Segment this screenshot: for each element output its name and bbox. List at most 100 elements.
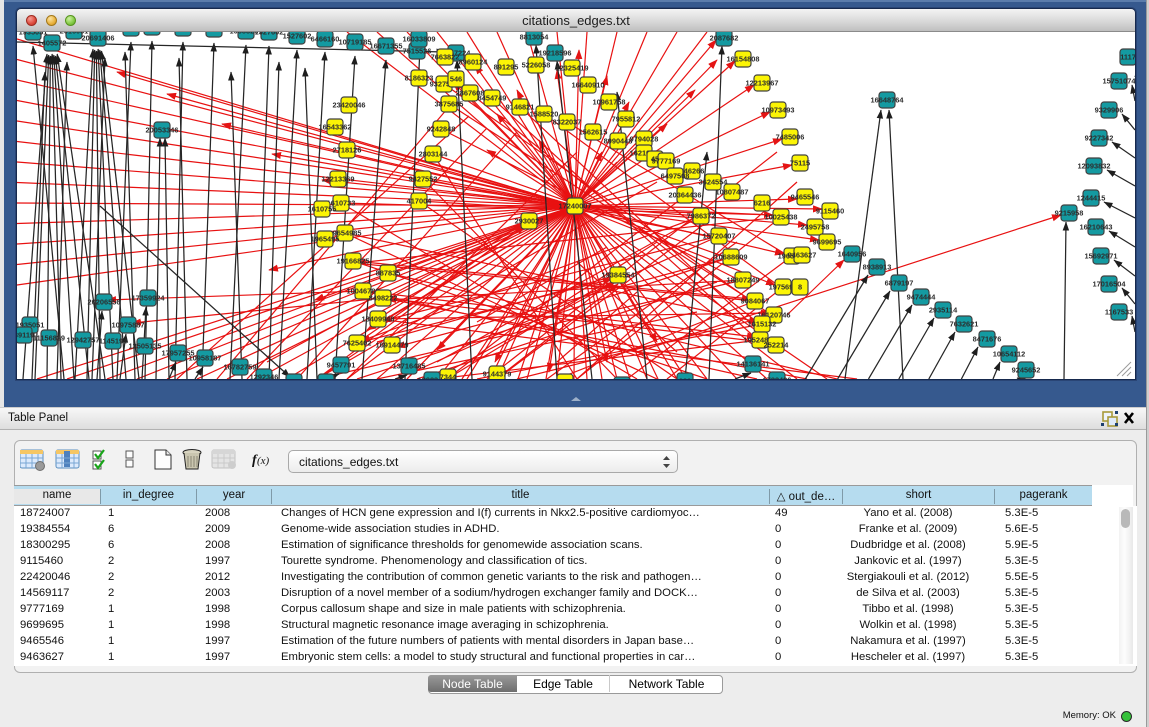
svg-text:2935114: 2935114 bbox=[929, 306, 958, 315]
svg-text:5226058: 5226058 bbox=[522, 61, 551, 70]
svg-text:10025438: 10025438 bbox=[765, 213, 798, 222]
svg-text:16648764: 16648764 bbox=[871, 96, 905, 105]
svg-text:6879197: 6879197 bbox=[885, 279, 914, 288]
svg-text:9227342: 9227342 bbox=[1085, 134, 1114, 143]
svg-text:10719185: 10719185 bbox=[339, 38, 372, 47]
svg-text:10807487: 10807487 bbox=[716, 188, 749, 197]
svg-text:1244415: 1244415 bbox=[1077, 194, 1106, 203]
svg-text:980: 980 bbox=[679, 377, 691, 380]
svg-text:1527602: 1527602 bbox=[255, 32, 284, 37]
svg-text:1615132: 1615132 bbox=[748, 320, 777, 329]
svg-text:1640956: 1640956 bbox=[838, 250, 867, 259]
svg-text:1965495: 1965495 bbox=[311, 235, 340, 244]
svg-text:1610755: 1610755 bbox=[308, 205, 337, 214]
svg-text:1935051: 1935051 bbox=[19, 32, 48, 37]
svg-text:14136141: 14136141 bbox=[737, 360, 770, 369]
svg-text:2495758: 2495758 bbox=[801, 223, 830, 232]
svg-text:75115: 75115 bbox=[790, 159, 810, 168]
svg-text:20364436: 20364436 bbox=[669, 191, 702, 200]
svg-text:3875685: 3875685 bbox=[435, 100, 464, 109]
svg-text:20206556: 20206556 bbox=[88, 298, 121, 307]
svg-text:1292346: 1292346 bbox=[250, 373, 279, 380]
svg-text:8813054: 8813054 bbox=[520, 33, 550, 42]
svg-text:8960124: 8960124 bbox=[459, 58, 489, 67]
svg-text:2803144: 2803144 bbox=[419, 150, 449, 159]
svg-text:12213967: 12213967 bbox=[746, 79, 779, 88]
svg-text:1527602: 1527602 bbox=[283, 32, 312, 41]
svg-text:8322037: 8322037 bbox=[553, 118, 582, 127]
svg-text:891295: 891295 bbox=[494, 63, 519, 72]
svg-text:7485006: 7485006 bbox=[776, 133, 805, 142]
svg-text:16154808: 16154808 bbox=[727, 55, 760, 64]
svg-text:15692971: 15692971 bbox=[1085, 252, 1118, 261]
svg-text:20053346: 20053346 bbox=[146, 126, 179, 135]
svg-text:9699695: 9699695 bbox=[813, 238, 842, 247]
svg-text:18409948: 18409948 bbox=[362, 315, 395, 324]
svg-text:1065327: 1065327 bbox=[169, 32, 198, 33]
svg-text:19166825: 19166825 bbox=[337, 257, 370, 266]
svg-text:1405572: 1405572 bbox=[38, 39, 67, 48]
svg-text:16210643: 16210643 bbox=[1080, 223, 1113, 232]
svg-text:9144379: 9144379 bbox=[483, 370, 512, 379]
svg-text:6497508: 6497508 bbox=[661, 172, 690, 181]
svg-text:1352760: 1352760 bbox=[200, 32, 229, 34]
svg-text:1562615: 1562615 bbox=[579, 128, 608, 137]
svg-text:16543362: 16543362 bbox=[319, 123, 352, 132]
svg-text:7632621: 7632621 bbox=[950, 320, 979, 329]
svg-text:16782759: 16782759 bbox=[224, 363, 257, 372]
svg-text:16640910: 16640910 bbox=[572, 81, 605, 90]
svg-text:8: 8 bbox=[798, 283, 802, 292]
svg-text:17016504: 17016504 bbox=[1093, 280, 1127, 289]
svg-text:887835: 887835 bbox=[376, 269, 401, 278]
svg-text:16033809: 16033809 bbox=[403, 35, 436, 44]
svg-text:9457791: 9457791 bbox=[327, 361, 356, 370]
svg-text:8454749: 8454749 bbox=[478, 94, 507, 103]
svg-text:9242848: 9242848 bbox=[427, 125, 456, 134]
svg-text:39119: 39119 bbox=[17, 331, 34, 340]
svg-text:7625402: 7625402 bbox=[343, 339, 372, 348]
svg-text:20691406: 20691406 bbox=[82, 34, 115, 43]
svg-text:1117: 1117 bbox=[1120, 53, 1135, 62]
svg-text:9427552: 9427552 bbox=[409, 175, 438, 184]
svg-text:12325419: 12325419 bbox=[556, 64, 589, 73]
svg-text:15720407: 15720407 bbox=[703, 232, 736, 241]
svg-text:8938913: 8938913 bbox=[863, 263, 892, 272]
svg-text:10973493: 10973493 bbox=[762, 106, 795, 115]
svg-text:9115460: 9115460 bbox=[816, 207, 844, 216]
svg-text:7955812: 7955812 bbox=[612, 115, 641, 124]
svg-text:(x): (x) bbox=[257, 455, 270, 467]
svg-text:8498222: 8498222 bbox=[369, 294, 398, 303]
svg-text:7344: 7344 bbox=[440, 373, 457, 380]
svg-text:10975887: 10975887 bbox=[112, 321, 145, 330]
svg-text:13716485: 13716485 bbox=[393, 362, 426, 371]
svg-text:546: 546 bbox=[450, 75, 462, 84]
svg-text:9245652: 9245652 bbox=[1012, 366, 1041, 375]
svg-text:9084067: 9084067 bbox=[741, 297, 770, 306]
svg-text:10961758: 10961758 bbox=[593, 98, 626, 107]
svg-text:1292346: 1292346 bbox=[312, 378, 341, 380]
svg-text:19218596: 19218596 bbox=[539, 49, 572, 58]
svg-text:252214: 252214 bbox=[764, 341, 790, 350]
svg-text:1733426: 1733426 bbox=[763, 376, 792, 380]
svg-text:12505135: 12505135 bbox=[129, 342, 162, 351]
svg-text:10958187: 10958187 bbox=[189, 354, 222, 363]
svg-text:2930027: 2930027 bbox=[515, 217, 544, 226]
svg-text:1167533: 1167533 bbox=[1105, 308, 1133, 317]
svg-text:417004: 417004 bbox=[407, 197, 433, 206]
svg-text:10654112: 10654112 bbox=[993, 350, 1025, 359]
svg-text:12942757: 12942757 bbox=[67, 336, 100, 345]
svg-text:9463627: 9463627 bbox=[788, 251, 817, 260]
svg-text:9474444: 9474444 bbox=[907, 293, 937, 302]
svg-text:6216: 6216 bbox=[754, 199, 770, 208]
svg-text:9329906: 9329906 bbox=[1095, 106, 1124, 115]
svg-text:1292346: 1292346 bbox=[280, 378, 309, 380]
svg-text:9794028: 9794028 bbox=[630, 135, 659, 144]
svg-text:15751074: 15751074 bbox=[1103, 77, 1135, 86]
svg-text:7986372: 7986372 bbox=[687, 212, 716, 221]
svg-text:10688609: 10688609 bbox=[715, 253, 748, 262]
svg-text:2718126: 2718126 bbox=[333, 146, 362, 155]
svg-text:6466160: 6466160 bbox=[311, 35, 340, 44]
svg-text:23420046: 23420046 bbox=[333, 101, 366, 110]
svg-text:16671355: 16671355 bbox=[370, 42, 403, 51]
svg-text:16914479: 16914479 bbox=[376, 341, 409, 350]
